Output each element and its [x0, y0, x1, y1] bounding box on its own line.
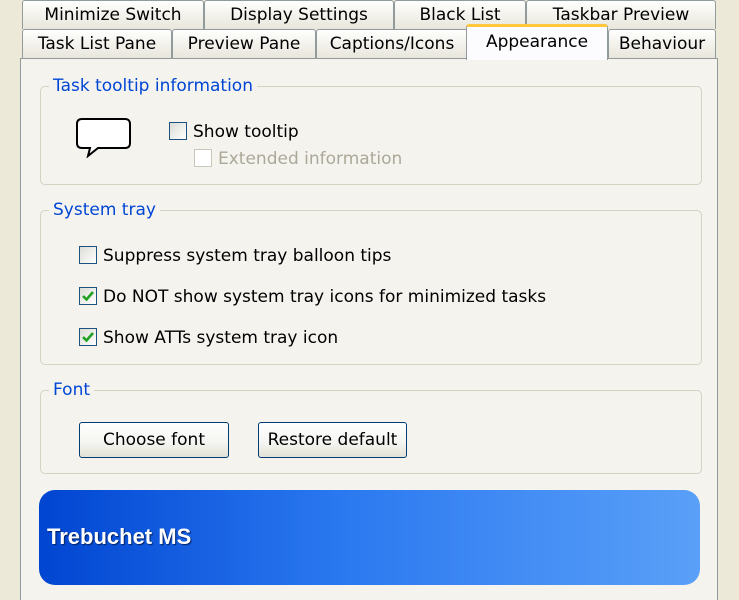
tab-label: Task List Pane	[37, 34, 157, 54]
group-title: Task tooltip information	[49, 74, 257, 98]
tab-label: Captions/Icons	[329, 34, 455, 54]
font-preview: Trebuchet MS	[39, 490, 700, 585]
checkbox-label: Show ATTs system tray icon	[103, 328, 339, 348]
checkbox-label: Suppress system tray balloon tips	[103, 246, 392, 266]
appearance-tab-page: Task tooltip information Show tooltip Ex…	[20, 58, 718, 600]
checkbox-box[interactable]	[169, 122, 187, 140]
speech-bubble-icon	[76, 118, 132, 163]
checkbox-box	[194, 149, 212, 167]
tab-label: Preview Pane	[187, 34, 301, 54]
checkbox-label: Do NOT show system tray icons for minimi…	[103, 287, 547, 307]
tab-label: Minimize Switch	[44, 5, 182, 25]
font-group: Font Choose font Restore default	[40, 378, 702, 474]
tab-captions-icons[interactable]: Captions/Icons	[316, 29, 468, 58]
restore-default-button[interactable]: Restore default	[258, 422, 407, 458]
task-tooltip-group: Task tooltip information Show tooltip Ex…	[40, 74, 702, 185]
tab-display-settings[interactable]: Display Settings	[204, 0, 394, 29]
check-mark-icon	[82, 291, 94, 302]
window: Minimize Switch Display Settings Black L…	[0, 0, 739, 600]
checkbox-box[interactable]	[79, 287, 97, 305]
group-title: System tray	[49, 198, 160, 222]
tab-label: Taskbar Preview	[552, 5, 690, 25]
tab-minimize-switch[interactable]: Minimize Switch	[22, 0, 204, 29]
tab-behaviour[interactable]: Behaviour	[608, 29, 716, 58]
group-title: Font	[49, 378, 95, 402]
checkbox-box[interactable]	[79, 246, 97, 264]
tab-label: Black List	[419, 5, 501, 25]
choose-font-button[interactable]: Choose font	[79, 422, 229, 458]
tab-label: Display Settings	[230, 5, 368, 25]
check-mark-icon	[82, 332, 94, 343]
font-preview-text: Trebuchet MS	[47, 524, 192, 549]
tab-preview-pane[interactable]: Preview Pane	[172, 29, 316, 58]
checkbox-label: Extended information	[218, 149, 403, 169]
tab-label: Behaviour	[618, 34, 706, 54]
system-tray-group: System tray Suppress system tray balloon…	[40, 198, 702, 365]
checkbox-box[interactable]	[79, 328, 97, 346]
checkbox-label: Show tooltip	[193, 122, 299, 142]
tab-label: Appearance	[485, 32, 589, 52]
tab-task-list-pane[interactable]: Task List Pane	[22, 29, 172, 58]
tab-appearance[interactable]: Appearance	[466, 24, 608, 60]
